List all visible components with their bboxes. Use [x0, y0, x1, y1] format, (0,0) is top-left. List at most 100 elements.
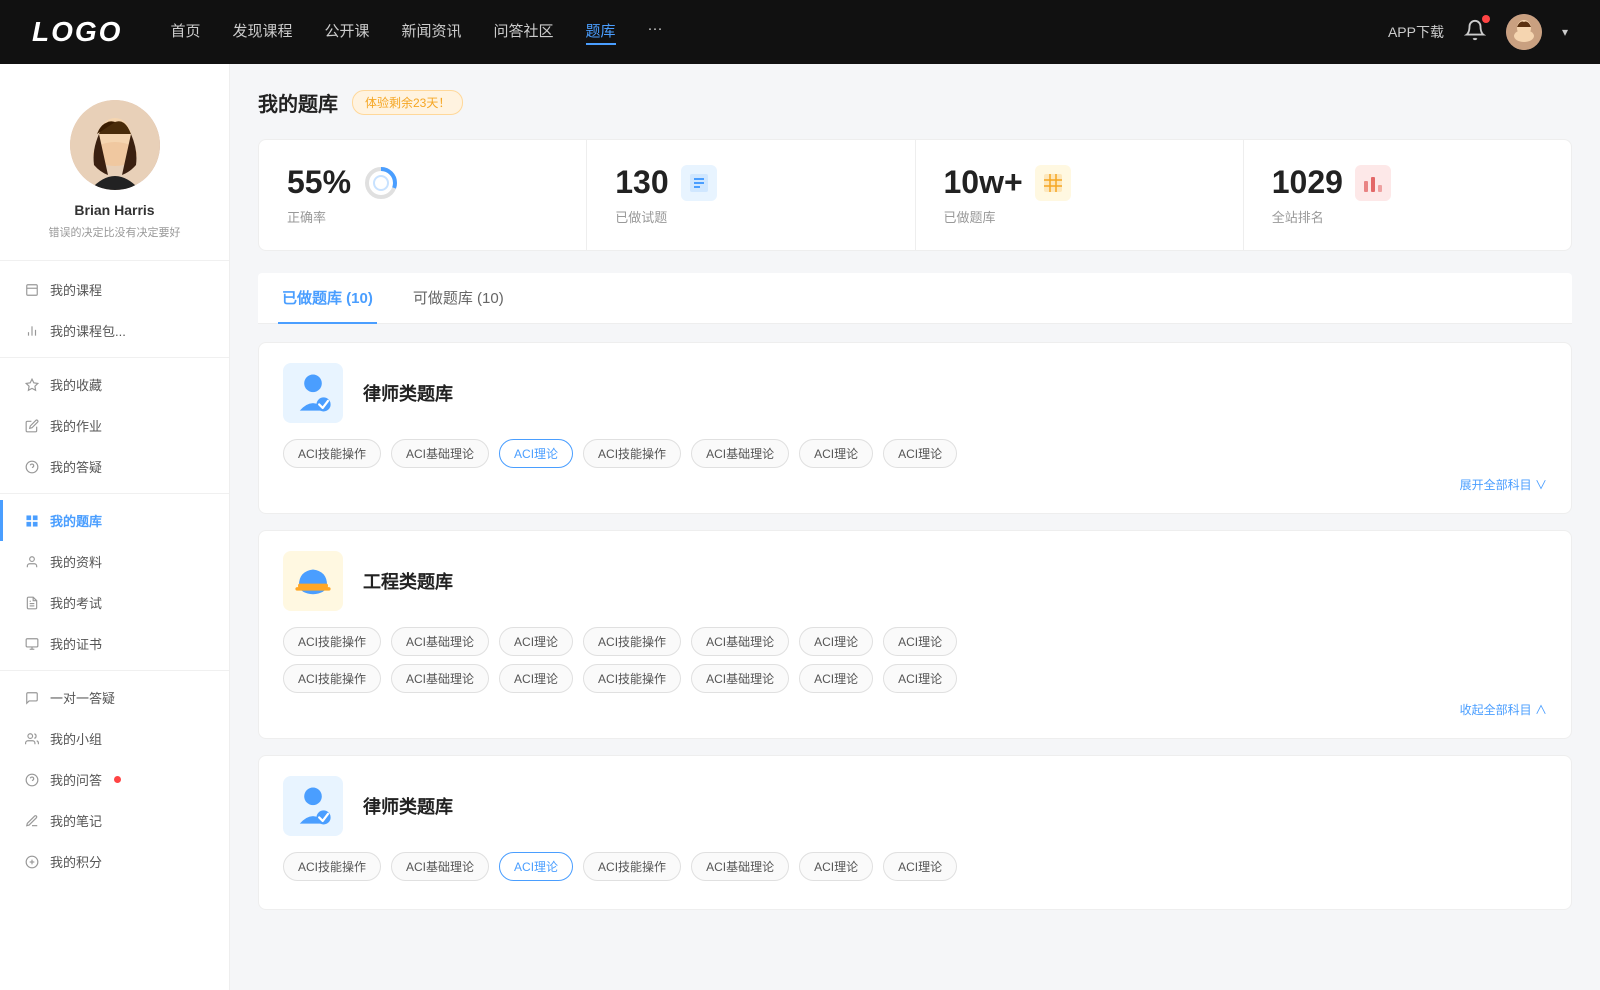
tag-1r2-4[interactable]: ACI基础理论 [691, 664, 789, 693]
question-icon [24, 459, 40, 475]
sidebar-menu: 我的课程 我的课程包... 我的收藏 [0, 269, 229, 882]
nav-links: 首页 发现课程 公开课 新闻资讯 问答社区 题库 ··· [170, 20, 1388, 45]
tab-done-banks[interactable]: 已做题库 (10) [278, 273, 377, 324]
tag-1r2-2[interactable]: ACI理论 [499, 664, 573, 693]
user-dropdown-arrow[interactable]: ▾ [1562, 25, 1568, 39]
sidebar-item-group[interactable]: 我的小组 [0, 718, 229, 759]
tag-1r2-5[interactable]: ACI理论 [799, 664, 873, 693]
collapse-link-1[interactable]: 收起全部科目 ∧ [283, 701, 1547, 718]
notification-badge [1482, 15, 1490, 23]
sidebar: Brian Harris 错误的决定比没有决定要好 我的课程 我的课程包... [0, 64, 230, 990]
sidebar-item-1on1[interactable]: 一对一答疑 [0, 677, 229, 718]
sidebar-item-points[interactable]: 我的积分 [0, 841, 229, 882]
tag-0-6[interactable]: ACI理论 [883, 439, 957, 468]
expand-link-0[interactable]: 展开全部科目 ∨ [283, 476, 1547, 493]
qbank-card-header-0: 律师类题库 [283, 363, 1547, 423]
sidebar-item-courses[interactable]: 我的课程 [0, 269, 229, 310]
file-icon [24, 282, 40, 298]
sidebar-item-certificate[interactable]: 我的证书 [0, 623, 229, 664]
tag-1r2-0[interactable]: ACI技能操作 [283, 664, 381, 693]
tag-2-6[interactable]: ACI理论 [883, 852, 957, 881]
qbank-card-header-1: 工程类题库 [283, 551, 1547, 611]
nav-news[interactable]: 新闻资讯 [402, 20, 462, 45]
note-icon [24, 813, 40, 829]
tabs-row: 已做题库 (10) 可做题库 (10) [258, 273, 1572, 324]
tags-row-card-0: ACI技能操作 ACI基础理论 ACI理论 ACI技能操作 ACI基础理论 AC… [283, 439, 1547, 468]
tag-0-5[interactable]: ACI理论 [799, 439, 873, 468]
star-icon [24, 377, 40, 393]
navbar: LOGO 首页 发现课程 公开课 新闻资讯 问答社区 题库 ··· APP下载 [0, 0, 1600, 64]
sidebar-item-profile[interactable]: 我的资料 [0, 541, 229, 582]
list-stat-icon [681, 165, 717, 201]
sidebar-item-my-qa[interactable]: 我的问答 [0, 759, 229, 800]
sidebar-item-favorites[interactable]: 我的收藏 [0, 364, 229, 405]
nav-home[interactable]: 首页 [170, 20, 200, 45]
tag-0-2[interactable]: ACI理论 [499, 439, 573, 468]
stat-top-accuracy: 55% [287, 164, 558, 201]
sidebar-username: Brian Harris [16, 202, 213, 218]
qa-notification-dot [114, 776, 121, 783]
tag-1r2-1[interactable]: ACI基础理论 [391, 664, 489, 693]
tag-1-6[interactable]: ACI理论 [883, 627, 957, 656]
tag-1r2-3[interactable]: ACI技能操作 [583, 664, 681, 693]
qbank-card-0: 律师类题库 ACI技能操作 ACI基础理论 ACI理论 ACI技能操作 ACI基… [258, 342, 1572, 514]
nav-more[interactable]: ··· [648, 20, 663, 45]
sidebar-item-exam[interactable]: 我的考试 [0, 582, 229, 623]
edit-icon [24, 418, 40, 434]
user-avatar-nav[interactable] [1506, 14, 1542, 50]
tag-2-4[interactable]: ACI基础理论 [691, 852, 789, 881]
sidebar-item-notes[interactable]: 我的笔记 [0, 800, 229, 841]
chat-icon [24, 690, 40, 706]
tag-0-0[interactable]: ACI技能操作 [283, 439, 381, 468]
qmark-icon [24, 772, 40, 788]
nav-qbank[interactable]: 题库 [586, 20, 616, 45]
chart-icon [24, 323, 40, 339]
tag-2-0[interactable]: ACI技能操作 [283, 852, 381, 881]
lawyer-icon-0 [283, 363, 343, 423]
qbank-title-0: 律师类题库 [363, 380, 453, 406]
stat-ranking: 1029 全站排名 [1244, 140, 1571, 250]
tag-1-4[interactable]: ACI基础理论 [691, 627, 789, 656]
avatar-image [1506, 14, 1542, 50]
tag-1-5[interactable]: ACI理论 [799, 627, 873, 656]
group-icon [24, 731, 40, 747]
sidebar-item-packages[interactable]: 我的课程包... [0, 310, 229, 351]
tab-available-banks[interactable]: 可做题库 (10) [409, 273, 508, 324]
nav-opencourse[interactable]: 公开课 [324, 20, 369, 45]
qbank-title-2: 律师类题库 [363, 793, 453, 819]
tag-2-2[interactable]: ACI理论 [499, 852, 573, 881]
tag-2-1[interactable]: ACI基础理论 [391, 852, 489, 881]
points-icon [24, 854, 40, 870]
tag-0-1[interactable]: ACI基础理论 [391, 439, 489, 468]
sidebar-item-qa[interactable]: 我的答疑 [0, 446, 229, 487]
tag-1-1[interactable]: ACI基础理论 [391, 627, 489, 656]
nav-qa[interactable]: 问答社区 [494, 20, 554, 45]
logo: LOGO [32, 16, 122, 48]
stat-value-ranking: 1029 [1272, 164, 1343, 201]
tag-1-2[interactable]: ACI理论 [499, 627, 573, 656]
stat-top-ranking: 1029 [1272, 164, 1543, 201]
app-download-button[interactable]: APP下载 [1388, 22, 1444, 42]
nav-discover[interactable]: 发现课程 [232, 20, 292, 45]
sidebar-profile: Brian Harris 错误的决定比没有决定要好 [0, 84, 229, 261]
sidebar-item-homework[interactable]: 我的作业 [0, 405, 229, 446]
qbank-title-1: 工程类题库 [363, 568, 453, 594]
sidebar-avatar [70, 100, 160, 190]
pie-chart-icon [363, 165, 399, 201]
tag-1-0[interactable]: ACI技能操作 [283, 627, 381, 656]
notification-bell[interactable] [1464, 19, 1486, 46]
qbank-card-2: 律师类题库 ACI技能操作 ACI基础理论 ACI理论 ACI技能操作 ACI基… [258, 755, 1572, 910]
stat-value-banks: 10w+ [944, 164, 1023, 201]
doc-icon [24, 595, 40, 611]
stat-value-questions: 130 [615, 164, 668, 201]
sidebar-item-qbank[interactable]: 我的题库 [0, 500, 229, 541]
tag-2-3[interactable]: ACI技能操作 [583, 852, 681, 881]
tag-0-3[interactable]: ACI技能操作 [583, 439, 681, 468]
engineer-icon-1 [283, 551, 343, 611]
tag-1r2-6[interactable]: ACI理论 [883, 664, 957, 693]
stat-value-accuracy: 55% [287, 164, 351, 201]
tag-2-5[interactable]: ACI理论 [799, 852, 873, 881]
tag-0-4[interactable]: ACI基础理论 [691, 439, 789, 468]
tag-1-3[interactable]: ACI技能操作 [583, 627, 681, 656]
lawyer-icon-2 [283, 776, 343, 836]
